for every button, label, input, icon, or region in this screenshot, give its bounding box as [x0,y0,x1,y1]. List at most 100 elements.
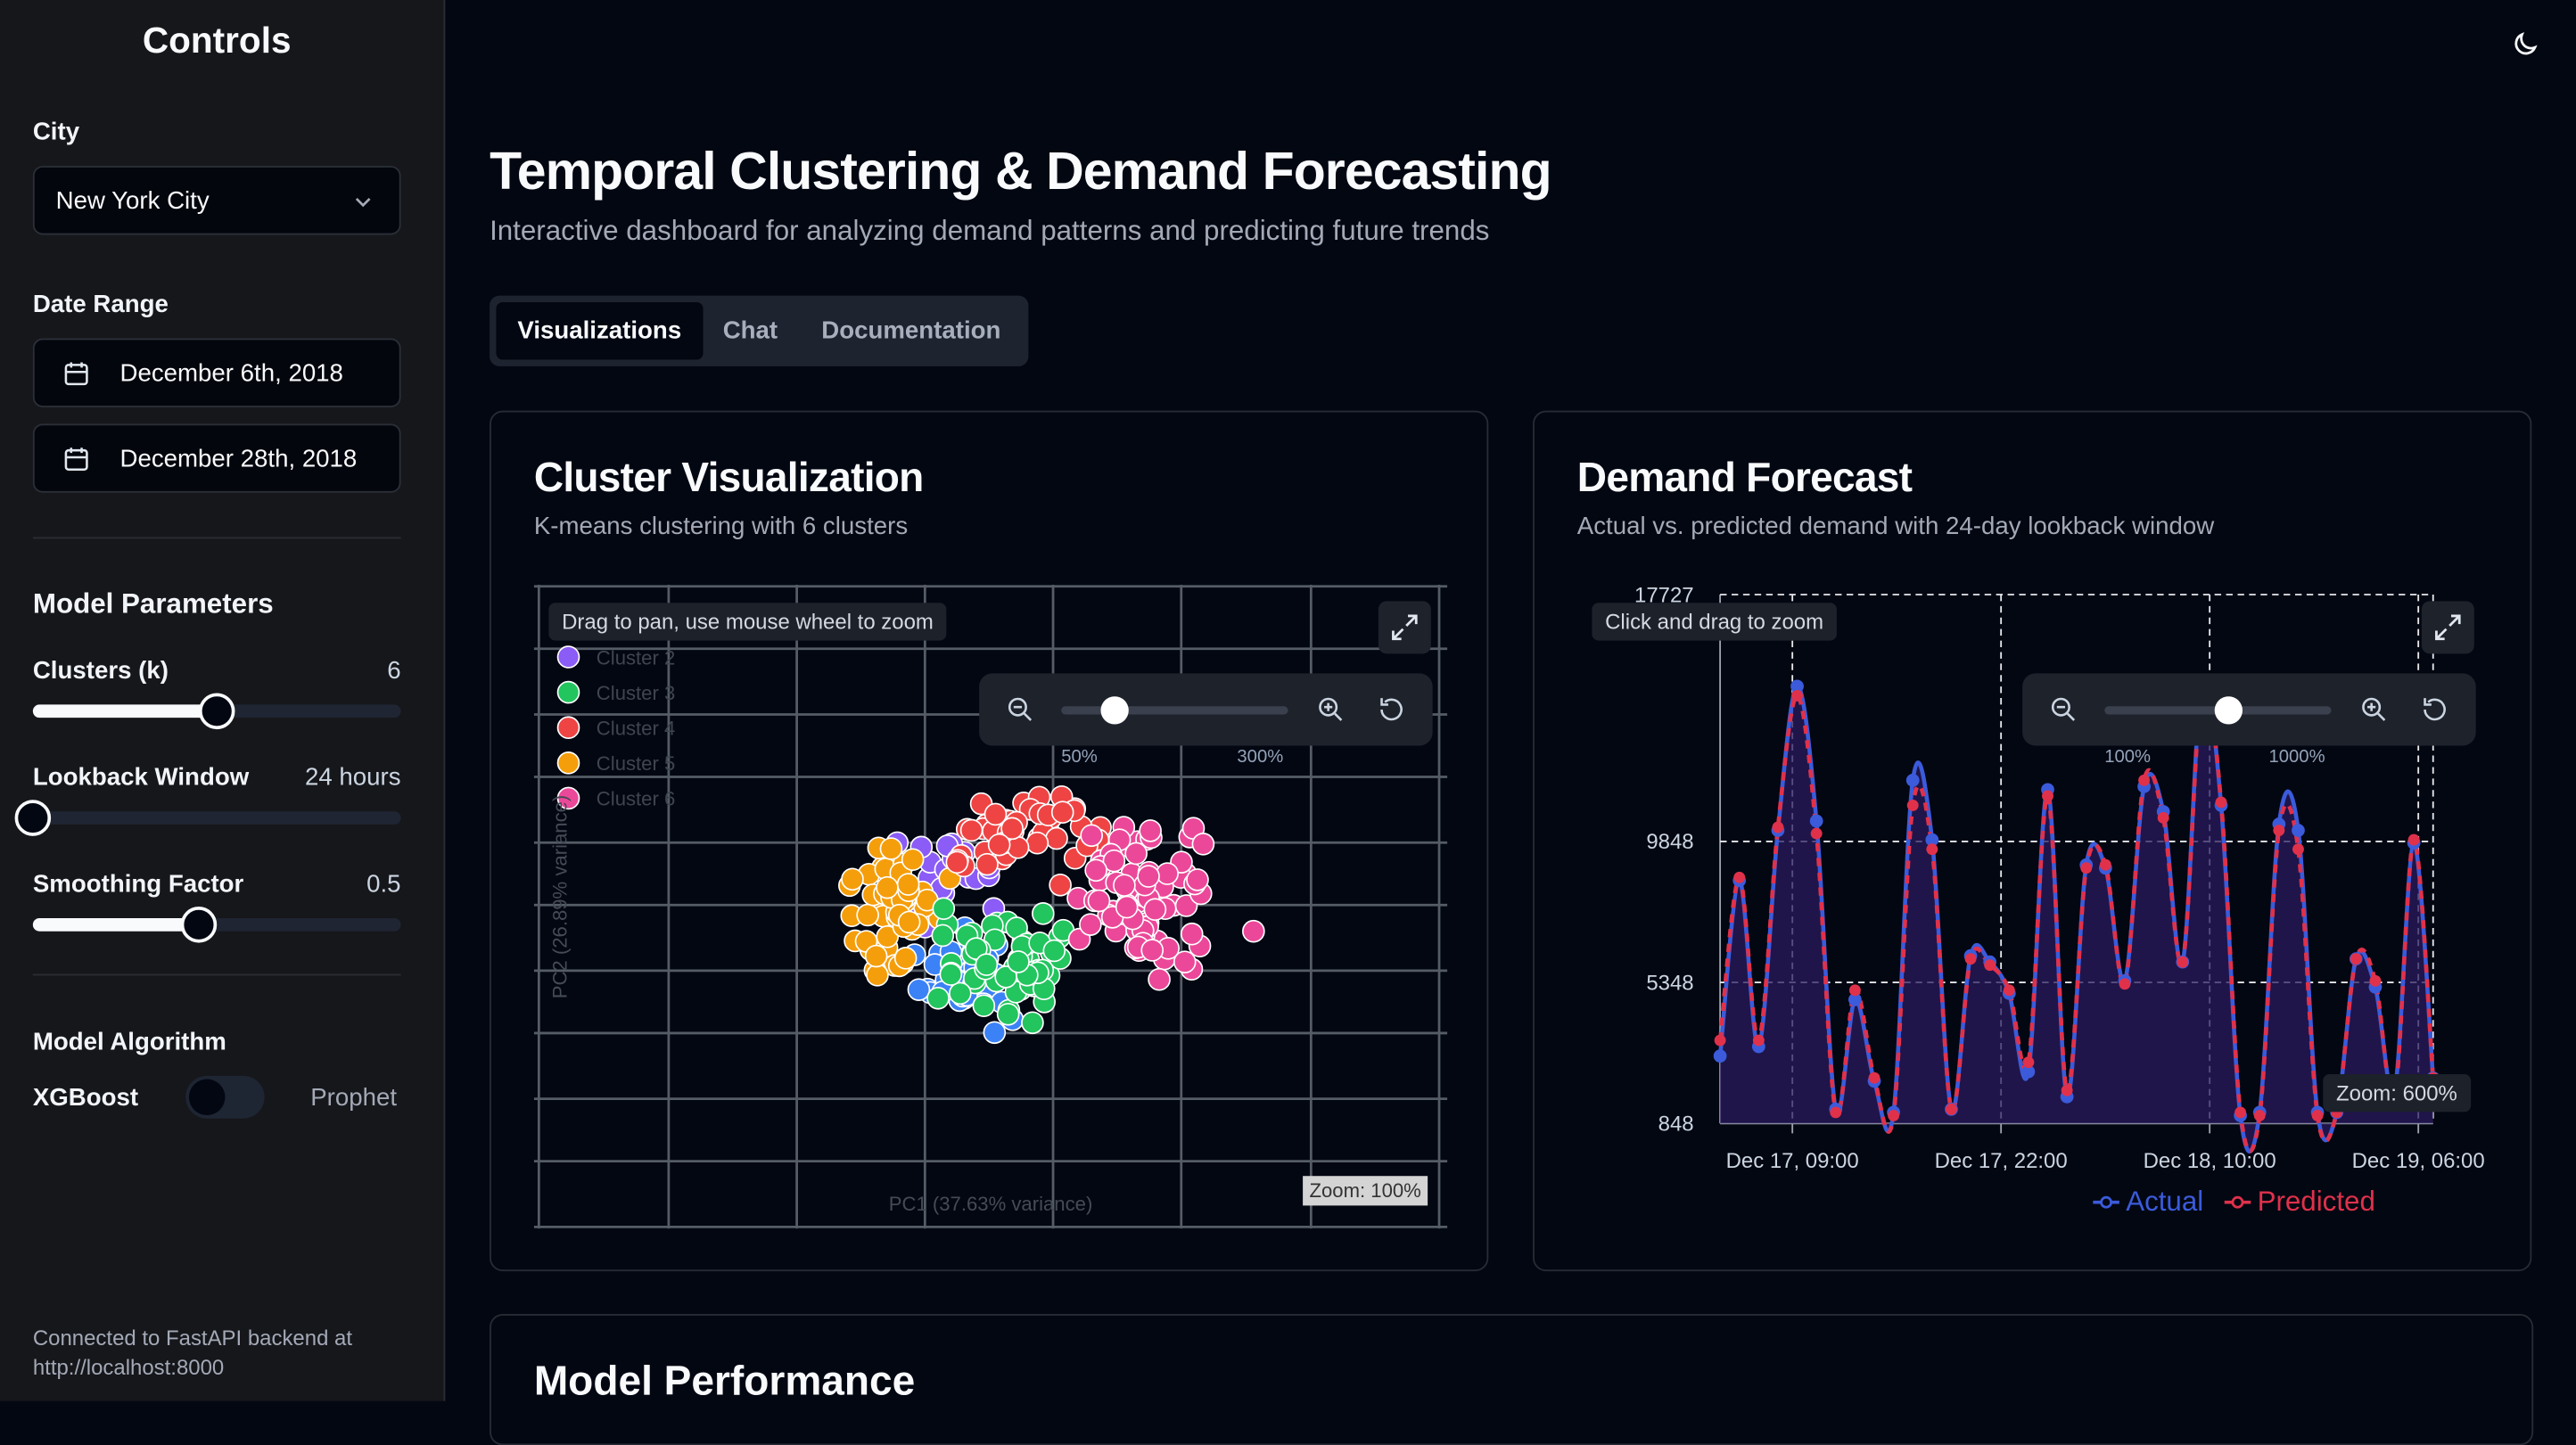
zoom-slider-thumb[interactable] [1100,696,1129,725]
expand-button[interactable] [2421,601,2474,654]
predicted-point [1964,953,1977,965]
predicted-point [2369,974,2382,987]
predicted-point [2407,833,2420,846]
legend-marker [556,680,580,704]
lookback-slider-thumb[interactable] [14,800,52,836]
scatter-point [983,1021,1007,1045]
zoom-out-icon[interactable] [2049,694,2078,724]
scatter-point [972,994,996,1018]
lookback-label: Lookback Window [32,763,250,792]
toggle-knob [188,1079,226,1116]
x-tick-label: Dec 18, 10:00 [2144,1149,2276,1173]
scatter-point [1045,826,1068,850]
scatter-point [879,837,903,860]
smoothing-value: 0.5 [366,870,401,899]
end-date-picker[interactable]: December 28th, 2018 [32,423,401,493]
algo-xgboost-label: XGBoost [32,1084,139,1112]
zoom-level-badge: Zoom: 600% [2323,1073,2471,1112]
city-select-value: New York City [55,187,210,216]
legend-label: Cluster 2 [597,646,675,669]
scatter-point [1084,858,1107,883]
predicted-point [2177,956,2189,968]
scatter-point [975,953,999,976]
y-tick-label: 9848 [1646,830,1693,854]
predicted-point [1791,689,1803,702]
zoom-slider-thumb[interactable] [2214,696,2243,725]
expand-button[interactable] [1378,601,1431,654]
scatter-point [1139,819,1162,842]
sidebar: Controls City New York City Date Range D… [0,0,446,1401]
predicted-point [1848,984,1861,997]
moon-icon[interactable] [2510,29,2539,59]
zoom-max-label: 300% [1237,747,1284,768]
predicted-point [2022,1056,2035,1069]
reset-icon[interactable] [2420,694,2449,724]
model-params-title: Model Parameters [32,587,274,620]
tab-visualizations[interactable]: Visualizations [496,302,704,360]
y-axis-label: PC2 (26.89% variance) [549,795,572,999]
scatter-point [975,852,999,876]
smoothing-slider[interactable] [32,907,401,943]
scatter-point [983,802,1008,826]
clusters-slider[interactable] [32,693,401,730]
smoothing-slider-thumb[interactable] [180,907,217,943]
predicted-point [2080,862,2093,874]
predicted-point [2157,812,2169,824]
predicted-point [1868,1071,1881,1084]
expand-icon [2435,614,2461,641]
predicted-point [1888,1109,1900,1121]
tab-documentation[interactable]: Documentation [800,302,1022,359]
legend-marker [2231,1195,2244,1209]
lookback-slider[interactable] [14,800,401,836]
scatter-point [1050,800,1074,825]
tab-chat[interactable]: Chat [702,302,799,359]
algorithm-toggle[interactable] [185,1075,265,1119]
predicted-point [1714,1034,1726,1047]
scatter-point [959,818,983,842]
predicted-point [2099,858,2111,871]
actual-point [1713,1049,1727,1063]
drag-zoom-hint: Click and drag to zoom [1592,603,1837,641]
x-tick-label: Dec 17, 09:00 [1726,1149,1859,1173]
predicted-point [1926,843,1938,856]
reset-icon[interactable] [1377,694,1406,724]
start-date-picker[interactable]: December 6th, 2018 [32,338,401,407]
scatter-point [1115,895,1139,919]
zoom-in-icon[interactable] [1316,694,1346,724]
clusters-label: Clusters (k) [32,657,169,686]
clusters-value: 6 [387,657,401,686]
predicted-point [1772,821,1784,833]
legend-marker [556,751,580,775]
scatter-point [901,848,925,872]
predicted-point [1733,871,1746,883]
scatter-point [856,903,879,927]
scatter-point [1113,874,1136,897]
scatter-point [939,963,963,986]
chevron-down-icon [355,197,371,208]
scatter-point [876,875,899,899]
city-select[interactable]: New York City [32,166,401,235]
scatter-point [996,1002,1020,1026]
scatter-point [1025,831,1049,855]
zoom-slider[interactable] [1061,706,1288,715]
predicted-point [2273,825,2285,837]
zoom-out-icon[interactable] [1006,694,1035,724]
zoom-max-label: 1000% [2268,747,2325,768]
scatter-point [1124,842,1148,866]
scatter-point [1080,824,1103,848]
zoom-in-icon[interactable] [2359,694,2389,724]
scatter-point [1143,898,1167,922]
start-date-value: December 6th, 2018 [119,359,343,388]
scatter-point [866,964,889,987]
scatter-point [1186,868,1209,891]
actual-point [1905,773,1920,787]
cluster-card: Cluster Visualization K-means clustering… [490,410,1489,1272]
scatter-point [1079,913,1102,936]
clusters-slider-thumb[interactable] [198,693,235,730]
sidebar-title: Controls [142,20,292,62]
predicted-point [2119,978,2131,990]
end-date-value: December 28th, 2018 [119,445,358,473]
page-subtitle: Interactive dashboard for analyzing dema… [490,215,1490,247]
scatter-point [1148,967,1171,991]
page-title: Temporal Clustering & Demand Forecasting [490,141,1552,201]
